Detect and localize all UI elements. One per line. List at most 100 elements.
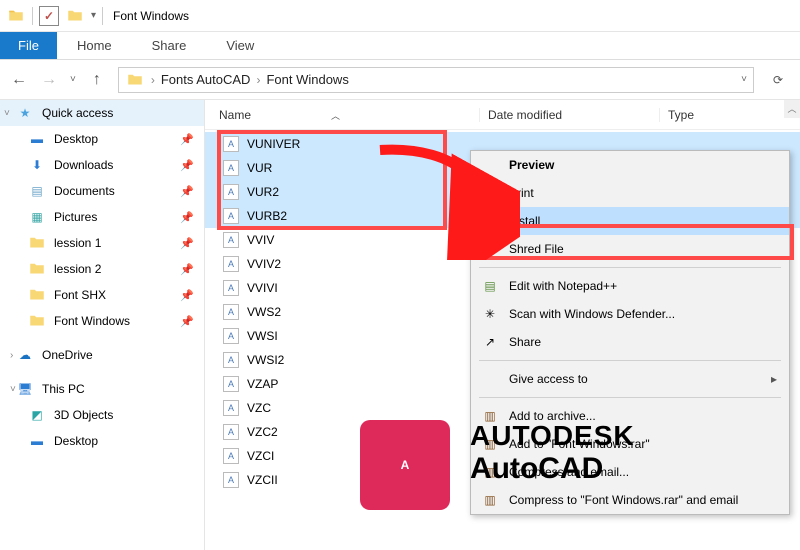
pc-icon: 🖥 [16,380,34,398]
quick-access-toggle-icon[interactable]: ✓ [39,6,59,26]
folder-icon [125,70,145,90]
ctx-compress-to-email[interactable]: ▥Compress to "Font Windows.rar" and emai… [471,486,789,514]
separator [102,7,103,25]
font-file-icon: A [223,472,239,488]
history-dropdown-icon[interactable]: ˅ [70,74,76,85]
ctx-defender[interactable]: ✳Scan with Windows Defender... [471,300,789,328]
column-name[interactable]: Name︿ [219,108,479,122]
pin-icon: 📌 [180,289,194,302]
ctx-notepad[interactable]: ▤Edit with Notepad++ [471,272,789,300]
font-file-icon: A [223,208,239,224]
sidebar-item-desktop[interactable]: ▬Desktop [0,428,204,454]
ctx-print[interactable]: Print [471,179,789,207]
chevron-down-icon[interactable]: ▾ [91,10,96,21]
font-file-icon: A [223,280,239,296]
font-file-icon: A [223,376,239,392]
divider [479,267,781,268]
pin-icon: 📌 [180,237,194,250]
sidebar-item-downloads[interactable]: ⬇Downloads📌 [0,152,204,178]
pin-icon: 📌 [180,315,194,328]
tab-home[interactable]: Home [57,32,132,59]
pin-icon: 📌 [180,159,194,172]
context-menu: Preview Print Install ◉Shred File ▤Edit … [470,150,790,515]
font-file-icon: A [223,304,239,320]
chevron-down-icon[interactable]: ˅ [741,74,747,85]
sidebar-item-3dobjects[interactable]: ◩3D Objects [0,402,204,428]
pin-icon: 📌 [180,211,194,224]
ctx-shred[interactable]: ◉Shred File [471,235,789,263]
ctx-add-archive[interactable]: ▥Add to archive... [471,402,789,430]
sidebar-onedrive[interactable]: ›☁OneDrive [0,342,204,368]
sidebar-item-pictures[interactable]: ▦Pictures📌 [0,204,204,230]
sidebar: ︿ ˅ ★ Quick access ▬Desktop📌 ⬇Downloads📌… [0,100,205,550]
rar-icon: ▥ [481,491,499,509]
folder-icon [28,286,46,304]
sidebar-item-folder[interactable]: Font SHX📌 [0,282,204,308]
chevron-right-icon[interactable]: › [151,73,155,87]
font-file-icon: A [223,184,239,200]
downloads-icon: ⬇ [28,156,46,174]
sidebar-item-folder[interactable]: Font Windows📌 [0,308,204,334]
rar-icon: ▥ [481,463,499,481]
breadcrumb[interactable]: Font Windows [266,72,348,87]
chevron-down-icon[interactable]: ˅ [10,384,16,395]
ribbon: File Home Share View [0,32,800,60]
ctx-preview[interactable]: Preview [471,151,789,179]
address-bar[interactable]: › Fonts AutoCAD › Font Windows ˅ [118,67,754,93]
column-type[interactable]: Type [659,108,694,122]
ctx-share[interactable]: ↗Share [471,328,789,356]
defender-icon: ✳ [481,305,499,323]
blank-icon [481,184,499,202]
file-tab[interactable]: File [0,32,57,59]
navbar: ← → ˅ ↑ › Fonts AutoCAD › Font Windows ˅… [0,60,800,100]
star-icon: ★ [16,104,34,122]
ctx-give-access[interactable]: Give access to▸ [471,365,789,393]
blank-icon [481,156,499,174]
tab-view[interactable]: View [206,32,274,59]
folder-icon [28,312,46,330]
autocad-logo-icon: A [360,420,450,510]
tab-share[interactable]: Share [132,32,207,59]
ctx-add-rar[interactable]: ▥Add to "Font Windows.rar" [471,430,789,458]
chevron-down-icon[interactable]: ˅ [4,108,10,119]
font-file-icon: A [223,400,239,416]
share-icon: ↗ [481,333,499,351]
chevron-right-icon[interactable]: › [10,350,13,361]
sidebar-item-folder[interactable]: lession 2📌 [0,256,204,282]
forward-button[interactable]: → [40,71,58,89]
sidebar-item-folder[interactable]: lession 1📌 [0,230,204,256]
breadcrumb[interactable]: Fonts AutoCAD [161,72,251,87]
sidebar-item-desktop[interactable]: ▬Desktop📌 [0,126,204,152]
shred-icon: ◉ [481,240,499,258]
desktop-icon: ▬ [28,130,46,148]
ctx-install[interactable]: Install [471,207,789,235]
rar-icon: ▥ [481,435,499,453]
cube-icon: ◩ [28,406,46,424]
sidebar-thispc[interactable]: ˅🖥This PC [0,376,204,402]
cloud-icon: ☁ [16,346,34,364]
scroll-up-icon[interactable]: ︿ [784,100,800,118]
divider [479,360,781,361]
divider [479,397,781,398]
back-button[interactable]: ← [10,71,28,89]
font-file-icon: A [223,136,239,152]
refresh-button[interactable]: ⟳ [766,73,790,87]
folder-icon [6,6,26,26]
up-button[interactable]: ↑ [88,71,106,89]
ctx-compress-email[interactable]: ▥Compress and email... [471,458,789,486]
rar-icon: ▥ [481,407,499,425]
sort-indicator-icon: ︿ [331,111,340,121]
desktop-icon: ▬ [28,432,46,450]
sidebar-quick-access[interactable]: ˅ ★ Quick access [0,100,204,126]
window-title: Font Windows [113,9,189,23]
folder-icon [65,6,85,26]
folder-icon [28,234,46,252]
sidebar-item-documents[interactable]: ▤Documents📌 [0,178,204,204]
column-date[interactable]: Date modified [479,108,659,122]
blank-icon [481,370,499,388]
chevron-right-icon[interactable]: › [256,73,260,87]
font-file-icon: A [223,448,239,464]
pin-icon: 📌 [180,133,194,146]
pin-icon: 📌 [180,263,194,276]
separator [32,7,33,25]
